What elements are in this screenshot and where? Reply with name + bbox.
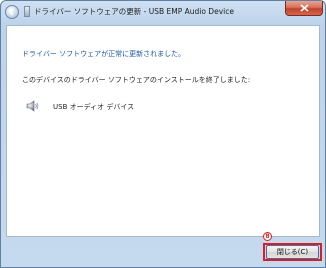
title-bar: ドライバー ソフトウェアの更新 - USB EMP Audio Device — [1, 1, 325, 23]
speaker-icon — [26, 100, 39, 112]
window-close-button[interactable] — [285, 1, 323, 16]
install-message: このデバイスのドライバー ソフトウェアのインストールを終了しました: — [22, 76, 251, 84]
dialog-window: ドライバー ソフトウェアの更新 - USB EMP Audio Device ド… — [0, 0, 326, 268]
window-title: ドライバー ソフトウェアの更新 - USB EMP Audio Device — [34, 7, 234, 16]
back-arrow-icon — [8, 8, 14, 16]
close-button[interactable]: 閉じる(C) — [266, 245, 319, 259]
step-marker: 8 — [263, 232, 272, 241]
back-button[interactable] — [5, 5, 19, 19]
close-icon — [300, 4, 309, 12]
device-title-icon — [24, 6, 30, 17]
success-heading: ドライバー ソフトウェアが正常に更新されました。 — [22, 50, 186, 58]
device-name: USB オーディオ デバイス — [53, 103, 135, 111]
content-panel: ドライバー ソフトウェアが正常に更新されました。 このデバイスのドライバー ソフ… — [6, 25, 320, 237]
